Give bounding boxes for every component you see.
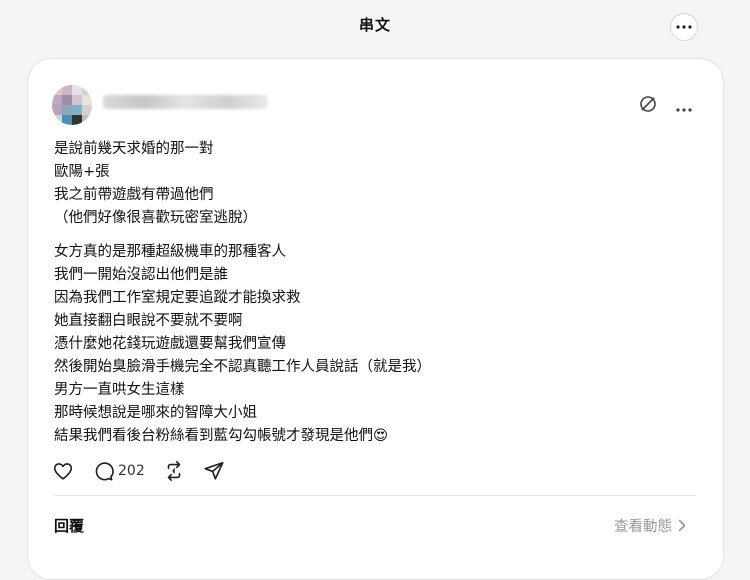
post-line: 憑什麼她花錢玩遊戲還要幫我們宣傳 xyxy=(54,336,286,352)
post-line: 是說前幾天求婚的那一對 xyxy=(54,141,214,157)
post-paragraph: 是說前幾天求婚的那一對 歐陽+張 我之前帶遊戲有帶過他們 （他們好像很喜歡玩密室… xyxy=(54,138,694,230)
reply-count: 202 xyxy=(118,463,145,479)
replies-heading: 回覆 xyxy=(54,517,85,535)
post-header-actions xyxy=(638,94,692,118)
post-line: 歐陽+張 xyxy=(54,164,110,180)
post-line: 我們一開始沒認出他們是誰 xyxy=(54,267,228,283)
more-horizontal-icon xyxy=(676,25,692,29)
post-line: 結果我們看後台粉絲看到藍勾勾帳號才發現是他們😍 xyxy=(54,428,389,444)
post-line: 因為我們工作室規定要追蹤才能換求救 xyxy=(54,290,301,306)
post-line: 她直接翻白眼說不要就不要啊 xyxy=(54,313,243,329)
avatar[interactable] xyxy=(52,85,92,125)
mute-icon xyxy=(640,96,656,112)
header-more-button[interactable] xyxy=(670,13,698,41)
chevron-right-icon xyxy=(678,519,686,532)
more-horizontal-icon xyxy=(676,107,692,112)
post-more-button[interactable] xyxy=(676,97,692,116)
view-activity-link[interactable]: 查看動態 xyxy=(614,515,686,536)
share-icon xyxy=(204,461,224,480)
mute-button[interactable] xyxy=(638,94,658,118)
top-bar: 串文 xyxy=(0,0,750,52)
comment-button[interactable]: 202 xyxy=(92,460,145,482)
heart-icon xyxy=(53,463,73,480)
post-line: 男方一直哄女生這樣 xyxy=(54,382,185,398)
post-line: 那時候想說是哪來的智障大小姐 xyxy=(54,405,257,421)
post-paragraph: 女方真的是那種超級機車的那種客人 我們一開始沒認出他們是誰 因為我們工作室規定要… xyxy=(54,241,694,448)
post-line: 女方真的是那種超級機車的那種客人 xyxy=(54,244,286,260)
comment-icon xyxy=(95,462,114,481)
username-redacted[interactable] xyxy=(103,95,268,109)
engagement-bar: 202 xyxy=(52,459,243,483)
post-line: 我之前帶遊戲有帶過他們 xyxy=(54,187,214,203)
view-activity-label: 查看動態 xyxy=(614,519,672,535)
repost-button[interactable] xyxy=(163,460,185,482)
post-line: 然後開始臭臉滑手機完全不認真聽工作人員說話（就是我） xyxy=(54,359,431,375)
page-title: 串文 xyxy=(358,16,391,34)
post-body: 是說前幾天求婚的那一對 歐陽+張 我之前帶遊戲有帶過他們 （他們好像很喜歡玩密室… xyxy=(54,138,694,459)
like-button[interactable] xyxy=(52,460,74,482)
thread-post-card: 是說前幾天求婚的那一對 歐陽+張 我之前帶遊戲有帶過他們 （他們好像很喜歡玩密室… xyxy=(27,58,724,580)
divider xyxy=(54,495,696,496)
post-line: （他們好像很喜歡玩密室逃脫） xyxy=(54,210,257,226)
share-button[interactable] xyxy=(203,460,225,482)
repost-icon xyxy=(167,461,181,481)
